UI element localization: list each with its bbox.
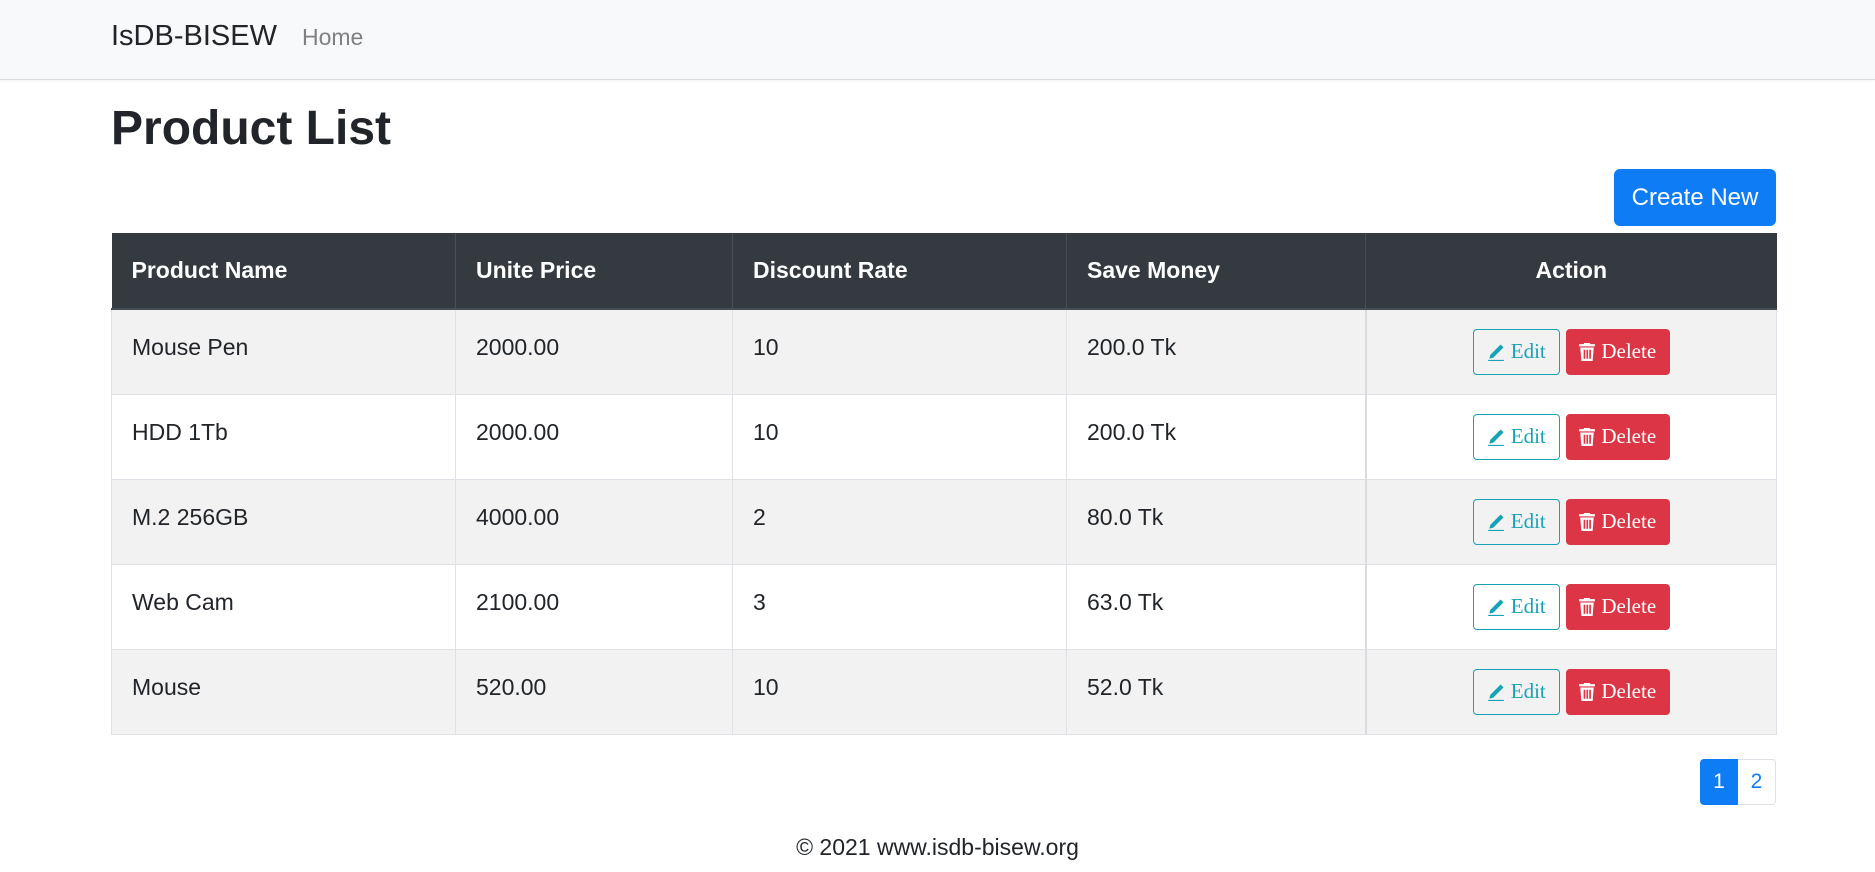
cell-unit-price: 4000.00 <box>455 479 733 565</box>
delete-button[interactable]: Delete <box>1565 413 1670 460</box>
edit-button[interactable]: Edit <box>1472 413 1560 460</box>
table-header-row: Product Name Unite Price Discount Rate S… <box>111 233 1777 310</box>
edit-label: Edit <box>1510 424 1546 448</box>
cell-save-money: 200.0 Tk <box>1066 394 1366 480</box>
edit-button[interactable]: Edit <box>1472 498 1560 545</box>
trash-icon <box>1579 512 1596 531</box>
page-link-1[interactable]: 1 <box>1700 759 1738 805</box>
cell-discount-rate: 10 <box>732 394 1067 480</box>
nav-link-home[interactable]: Home <box>302 24 363 51</box>
page-link-2[interactable]: 2 <box>1738 759 1776 805</box>
header-save-money: Save Money <box>1066 233 1366 310</box>
table-row: Mouse 520.00 10 52.0 Tk Edit Delete <box>111 649 1777 735</box>
edit-button[interactable]: Edit <box>1472 328 1560 375</box>
table-row: Web Cam 2100.00 3 63.0 Tk Edit Delete <box>111 564 1777 650</box>
header-unit-price: Unite Price <box>455 233 733 310</box>
row-actions: Edit Delete <box>1367 413 1777 460</box>
edit-button[interactable]: Edit <box>1472 668 1560 715</box>
pagination: 1 2 <box>1700 759 1776 805</box>
cell-discount-rate: 10 <box>732 649 1067 735</box>
delete-label: Delete <box>1601 339 1657 364</box>
cell-save-money: 80.0 Tk <box>1066 479 1366 565</box>
delete-button[interactable]: Delete <box>1565 328 1670 375</box>
header-action: Action <box>1365 233 1777 310</box>
row-actions: Edit Delete <box>1367 668 1777 715</box>
trash-icon <box>1579 682 1596 701</box>
edit-label: Edit <box>1510 339 1546 364</box>
cell-action: Edit Delete <box>1364 309 1777 395</box>
product-table: Product Name Unite Price Discount Rate S… <box>111 233 1777 735</box>
delete-label: Delete <box>1601 509 1657 533</box>
cell-product-name: HDD 1Tb <box>111 394 456 480</box>
cell-discount-rate: 10 <box>732 309 1067 395</box>
pencil-icon <box>1487 343 1505 361</box>
pencil-icon <box>1487 428 1505 446</box>
delete-label: Delete <box>1601 594 1657 618</box>
trash-icon <box>1579 597 1596 616</box>
cell-save-money: 63.0 Tk <box>1066 564 1366 650</box>
row-actions: Edit Delete <box>1367 498 1777 545</box>
create-new-button[interactable]: Create New <box>1614 169 1776 226</box>
header-discount-rate: Discount Rate <box>732 233 1067 310</box>
edit-label: Edit <box>1510 509 1546 533</box>
cell-save-money: 200.0 Tk <box>1066 309 1366 395</box>
delete-label: Delete <box>1601 424 1657 448</box>
delete-label: Delete <box>1601 679 1657 703</box>
table-row: Mouse Pen 2000.00 10 200.0 Tk Edit Delete <box>111 309 1777 395</box>
cell-discount-rate: 3 <box>732 564 1067 650</box>
cell-unit-price: 520.00 <box>455 649 733 735</box>
cell-product-name: M.2 256GB <box>111 479 456 565</box>
navbar-brand[interactable]: IsDB-BISEW <box>111 20 277 53</box>
table-row: M.2 256GB 4000.00 2 80.0 Tk Edit Delete <box>111 479 1777 565</box>
cell-action: Edit Delete <box>1364 649 1777 735</box>
cell-unit-price: 2000.00 <box>455 309 733 395</box>
cell-product-name: Mouse Pen <box>111 309 456 395</box>
cell-discount-rate: 2 <box>732 479 1067 565</box>
table-row: HDD 1Tb 2000.00 10 200.0 Tk Edit Delete <box>111 394 1777 480</box>
edit-label: Edit <box>1510 679 1546 703</box>
trash-icon <box>1579 427 1596 446</box>
pencil-icon <box>1487 513 1505 531</box>
delete-button[interactable]: Delete <box>1565 583 1670 630</box>
product-table-container: Product Name Unite Price Discount Rate S… <box>111 233 1777 735</box>
edit-label: Edit <box>1510 594 1546 618</box>
cell-action: Edit Delete <box>1364 564 1777 650</box>
cell-product-name: Mouse <box>111 649 456 735</box>
cell-action: Edit Delete <box>1364 394 1777 480</box>
navbar: IsDB-BISEW Home <box>0 0 1875 80</box>
cell-save-money: 52.0 Tk <box>1066 649 1366 735</box>
page-title: Product List <box>111 102 392 155</box>
pencil-icon <box>1487 598 1505 616</box>
header-product-name: Product Name <box>111 233 456 310</box>
footer-copyright: © 2021 www.isdb-bisew.org <box>796 834 1079 860</box>
row-actions: Edit Delete <box>1367 328 1777 375</box>
cell-action: Edit Delete <box>1364 479 1777 565</box>
delete-button[interactable]: Delete <box>1565 498 1670 545</box>
cell-unit-price: 2100.00 <box>455 564 733 650</box>
cell-unit-price: 2000.00 <box>455 394 733 480</box>
cell-product-name: Web Cam <box>111 564 456 650</box>
trash-icon <box>1579 342 1596 361</box>
delete-button[interactable]: Delete <box>1565 668 1670 715</box>
row-actions: Edit Delete <box>1367 583 1777 630</box>
pencil-icon <box>1487 683 1505 701</box>
edit-button[interactable]: Edit <box>1472 583 1560 630</box>
